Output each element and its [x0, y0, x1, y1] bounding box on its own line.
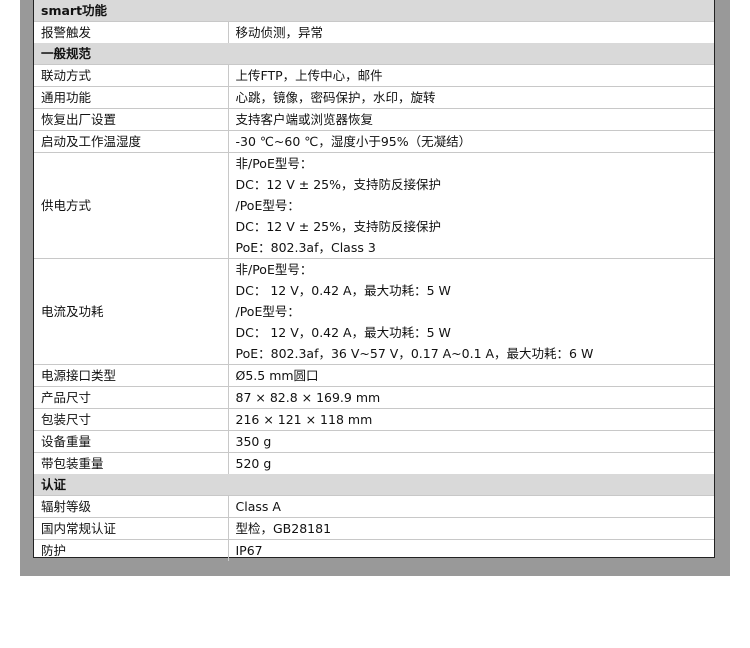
spec-value-line: PoE：802.3af，36 V~57 V，0.17 A~0.1 A，最大功耗：…	[235, 346, 594, 361]
spec-value: -30 ℃~60 ℃，湿度小于95%（无凝结）	[228, 130, 714, 153]
spec-value: 上传FTP，上传中心，邮件	[228, 64, 714, 87]
spec-value: 非/PoE型号： DC：12 V ± 25%，支持防反接保护/PoE型号： DC：1…	[228, 152, 714, 259]
spec-table-body: smart功能 报警触发 移动侦测，异常 一般规范 联动方式 上传FTP，上传中心，邮件通…	[34, 0, 714, 561]
spec-value-line: 型检，GB28181	[235, 521, 332, 536]
spec-key: 启动及工作温湿度	[34, 130, 229, 153]
spec-value-line: 心跳，镜像，密码保护，水印，旋转	[235, 90, 436, 105]
spec-key: 电流及功耗	[34, 258, 229, 365]
spec-row: 启动及工作温湿度 -30 ℃~60 ℃，湿度小于95%（无凝结）	[34, 130, 714, 153]
spec-value-line: 支持客户端或浏览器恢复	[235, 112, 374, 127]
spec-key: 联动方式	[34, 64, 229, 87]
spec-row: 恢复出厂设置 支持客户端或浏览器恢复	[34, 108, 714, 131]
spec-value-line: DC：12 V ± 25%，支持防反接保护	[235, 177, 442, 192]
spec-value-line: Ø5.5 mm圆口	[235, 368, 319, 383]
spec-table: smart功能 报警触发 移动侦测，异常 一般规范 联动方式 上传FTP，上传中心，邮件通…	[34, 0, 714, 561]
spec-key: 辐射等级	[34, 495, 229, 518]
section-header: 认证	[34, 474, 714, 496]
spec-value: IP67	[228, 539, 714, 561]
spec-value: 520 g	[228, 452, 714, 474]
spec-key: 电源接口类型	[34, 364, 229, 387]
spec-row: 国内常规认证 型检，GB28181	[34, 517, 714, 540]
spec-row: 辐射等级 Class A	[34, 495, 714, 518]
spec-value: 216 × 121 × 118 mm	[228, 408, 714, 431]
spec-value-line: 非/PoE型号：	[235, 262, 313, 277]
spec-key: 设备重量	[34, 430, 229, 453]
spec-value: Ø5.5 mm圆口	[228, 364, 714, 387]
spec-key: 防护	[34, 539, 229, 561]
spec-value: 350 g	[228, 430, 714, 453]
spec-row: 电源接口类型 Ø5.5 mm圆口	[34, 364, 714, 387]
spec-value-line: IP67	[235, 543, 263, 558]
spec-value-line: 非/PoE型号：	[235, 156, 313, 171]
spec-value: 非/PoE型号： DC： 12 V，0.42 A，最大功耗：5 W/PoE型号： D…	[228, 258, 714, 365]
spec-value-line: 216 × 121 × 118 mm	[235, 412, 373, 427]
spec-sheet: smart功能 报警触发 移动侦测，异常 一般规范 联动方式 上传FTP，上传中心，邮件通…	[33, 0, 715, 561]
spec-key: 报警触发	[34, 21, 229, 43]
spec-value: 型检，GB28181	[228, 517, 714, 540]
spec-value-line: 上传FTP，上传中心，邮件	[235, 68, 383, 83]
spec-value-line: /PoE型号：	[235, 198, 300, 213]
section-title: smart功能	[34, 0, 714, 22]
spec-value: 移动侦测，异常	[228, 21, 714, 43]
spec-row: 通用功能 心跳，镜像，密码保护，水印，旋转	[34, 86, 714, 109]
spec-key: 通用功能	[34, 86, 229, 109]
spec-row: 设备重量 350 g	[34, 430, 714, 453]
spec-row: 产品尺寸 87 × 82.8 × 169.9 mm	[34, 386, 714, 409]
spec-value-line: Class A	[235, 499, 281, 514]
spec-key: 产品尺寸	[34, 386, 229, 409]
spec-value: 87 × 82.8 × 169.9 mm	[228, 386, 714, 409]
spec-row: 包装尺寸 216 × 121 × 118 mm	[34, 408, 714, 431]
section-title: 认证	[34, 474, 714, 496]
spec-value: 支持客户端或浏览器恢复	[228, 108, 714, 131]
section-header: 一般规范	[34, 43, 714, 65]
spec-value-line: DC：12 V ± 25%，支持防反接保护	[235, 219, 442, 234]
spec-value-line: DC： 12 V，0.42 A，最大功耗：5 W	[235, 325, 451, 340]
spec-key: 带包装重量	[34, 452, 229, 474]
spec-value-line: 87 × 82.8 × 169.9 mm	[235, 390, 381, 405]
spec-value: Class A	[228, 495, 714, 518]
spec-row: 防护 IP67	[34, 539, 714, 561]
spec-value-line: /PoE型号：	[235, 304, 300, 319]
section-header: smart功能	[34, 0, 714, 22]
spec-value-line: -30 ℃~60 ℃，湿度小于95%（无凝结）	[235, 134, 472, 149]
spec-key: 国内常规认证	[34, 517, 229, 540]
spec-key: 供电方式	[34, 152, 229, 259]
spec-row: 供电方式 非/PoE型号： DC：12 V ± 25%，支持防反接保护/PoE型号：…	[34, 152, 714, 259]
spec-value-line: 移动侦测，异常	[235, 25, 324, 40]
spec-value: 心跳，镜像，密码保护，水印，旋转	[228, 86, 714, 109]
spec-value-line: 350 g	[235, 434, 272, 449]
spec-value-line: 520 g	[235, 456, 272, 471]
spec-value-line: DC： 12 V，0.42 A，最大功耗：5 W	[235, 283, 451, 298]
section-title: 一般规范	[34, 43, 714, 65]
spec-row: 电流及功耗 非/PoE型号： DC： 12 V，0.42 A，最大功耗：5 W/Po…	[34, 258, 714, 365]
spec-row: 带包装重量 520 g	[34, 452, 714, 474]
spec-key: 包装尺寸	[34, 408, 229, 431]
spec-key: 恢复出厂设置	[34, 108, 229, 131]
spec-row: 联动方式 上传FTP，上传中心，邮件	[34, 64, 714, 87]
spec-row: 报警触发 移动侦测，异常	[34, 21, 714, 43]
spec-value-line: PoE：802.3af，Class 3	[235, 240, 376, 255]
